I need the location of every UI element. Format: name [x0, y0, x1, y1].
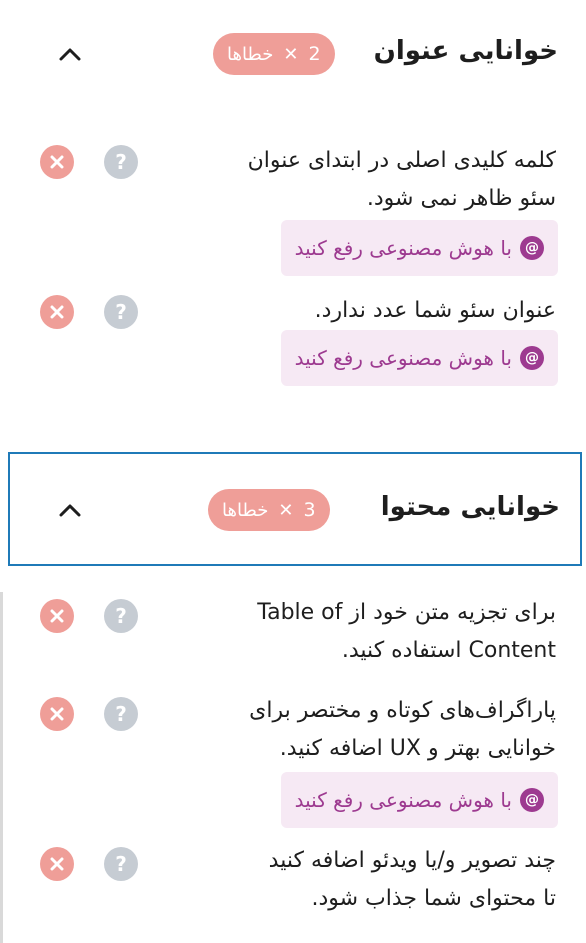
question-circle-icon[interactable]: ? — [104, 145, 138, 179]
item-text: کلمه کلیدی اصلی در ابتدای عنوان سئو ظاهر… — [248, 142, 556, 218]
item-text-line: برای تجزیه متن خود از Table of — [257, 600, 556, 625]
question-circle-icon[interactable]: ? — [104, 847, 138, 881]
section-title: خوانایی محتوا — [380, 492, 560, 522]
item-text-line: کلمه کلیدی اصلی در ابتدای عنوان — [247, 148, 556, 173]
chevron-up-icon[interactable] — [50, 490, 90, 530]
ai-fix-button[interactable]: @ با هوش مصنوعی رفع کنید — [280, 220, 558, 276]
badge-count: 3 — [303, 499, 316, 521]
item-text-line: خوانایی بهتر و UX اضافه کنید. — [279, 736, 556, 761]
item-text: چند تصویر و/یا ویدئو اضافه کنید تا محتوا… — [269, 842, 556, 918]
section-header-title-readability[interactable]: خطاها ✕ 2 خوانایی عنوان — [0, 22, 586, 86]
error-count-badge: خطاها ✕ 2 — [213, 33, 335, 75]
item-text: عنوان سئو شما عدد ندارد. — [315, 292, 556, 330]
item-text-line: عنوان سئو شما عدد ندارد. — [314, 298, 556, 323]
section-title: خوانایی عنوان — [373, 36, 558, 66]
badge-label: خطاها — [227, 43, 274, 65]
ai-sparkle-icon: @ — [520, 236, 544, 260]
error-count-badge: خطاها ✕ 3 — [208, 489, 330, 531]
chevron-up-icon[interactable] — [50, 34, 90, 74]
times-icon: ✕ — [278, 499, 294, 521]
list-item: ? عنوان سئو شما عدد ندارد. @ با هوش مصنو… — [0, 290, 586, 390]
question-circle-icon[interactable]: ? — [104, 599, 138, 633]
ai-sparkle-icon: @ — [520, 346, 544, 370]
list-item: ? برای تجزیه متن خود از Table of Content… — [0, 594, 586, 674]
ai-fix-label: با هوش مصنوعی رفع کنید — [294, 236, 512, 260]
section-header-content-readability[interactable]: خطاها ✕ 3 خوانایی محتوا — [8, 452, 582, 566]
close-circle-icon[interactable] — [40, 295, 74, 329]
item-text-line: تا محتوای شما جذاب شود. — [311, 886, 556, 911]
ai-sparkle-icon: @ — [520, 788, 544, 812]
item-text: برای تجزیه متن خود از Table of Content ا… — [257, 594, 556, 670]
ai-fix-button[interactable]: @ با هوش مصنوعی رفع کنید — [280, 330, 558, 386]
list-item: ? کلمه کلیدی اصلی در ابتدای عنوان سئو ظا… — [0, 140, 586, 280]
item-text-line: چند تصویر و/یا ویدئو اضافه کنید — [268, 848, 556, 873]
ai-fix-label: با هوش مصنوعی رفع کنید — [294, 346, 512, 370]
item-text-line: Content استفاده کنید. — [341, 638, 556, 663]
list-item: ? چند تصویر و/یا ویدئو اضافه کنید تا محت… — [0, 842, 586, 932]
close-circle-icon[interactable] — [40, 847, 74, 881]
question-circle-icon[interactable]: ? — [104, 295, 138, 329]
badge-count: 2 — [308, 43, 321, 65]
badge-label: خطاها — [222, 499, 269, 521]
item-text-line: پاراگراف‌های کوتاه و مختصر برای — [249, 698, 556, 723]
close-circle-icon[interactable] — [40, 145, 74, 179]
list-item: ? پاراگراف‌های کوتاه و مختصر برای خوانای… — [0, 692, 586, 832]
close-circle-icon[interactable] — [40, 697, 74, 731]
times-icon: ✕ — [283, 43, 299, 65]
question-circle-icon[interactable]: ? — [104, 697, 138, 731]
ai-fix-label: با هوش مصنوعی رفع کنید — [294, 788, 512, 812]
item-text-line: سئو ظاهر نمی شود. — [366, 186, 556, 211]
close-circle-icon[interactable] — [40, 599, 74, 633]
item-text: پاراگراف‌های کوتاه و مختصر برای خوانایی … — [249, 692, 556, 768]
ai-fix-button[interactable]: @ با هوش مصنوعی رفع کنید — [280, 772, 558, 828]
